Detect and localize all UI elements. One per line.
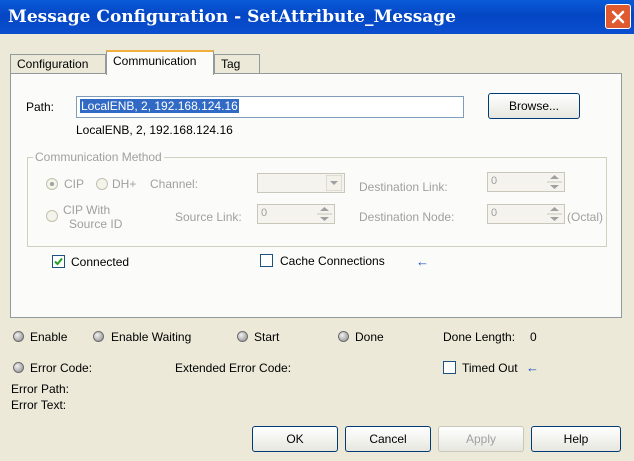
done-length-label: Done Length: xyxy=(443,330,516,344)
error-code-indicator-icon xyxy=(13,362,24,373)
destination-link-value: 0 xyxy=(491,175,498,187)
enable-label: Enable xyxy=(30,330,68,344)
path-label: Path: xyxy=(26,100,55,114)
communication-method-label: Communication Method xyxy=(33,150,164,164)
enable-waiting-indicator-icon xyxy=(93,331,104,342)
title-bar[interactable]: Message Configuration - SetAttribute_Mes… xyxy=(0,0,634,34)
check-icon xyxy=(54,257,63,266)
close-icon xyxy=(611,10,625,24)
timed-out-checkbox[interactable] xyxy=(443,361,456,374)
cip-radio[interactable] xyxy=(46,178,58,190)
help-button[interactable]: Help xyxy=(531,426,621,452)
cip-label: CIP xyxy=(64,177,85,191)
arrow-left-icon: ← xyxy=(526,360,539,375)
spinner-icon xyxy=(316,205,333,223)
channel-label: Channel: xyxy=(150,177,199,191)
cache-connections-checkbox[interactable] xyxy=(260,254,273,267)
chevron-down-icon xyxy=(326,175,343,191)
extended-error-code-label: Extended Error Code: xyxy=(175,361,292,375)
communication-method-group xyxy=(27,157,607,247)
cache-connections-label: Cache Connections xyxy=(280,254,385,268)
browse-button[interactable]: Browse... xyxy=(488,93,580,119)
tab-tag[interactable]: Tag xyxy=(214,54,260,74)
connected-label: Connected xyxy=(71,255,130,269)
timed-out-label: Timed Out xyxy=(462,361,518,375)
cip-with-label: CIP With xyxy=(63,203,111,217)
start-indicator-icon xyxy=(237,331,248,342)
dhplus-radio[interactable] xyxy=(96,178,108,190)
apply-button[interactable]: Apply xyxy=(438,426,524,452)
dhplus-label: DH+ xyxy=(112,177,137,191)
octal-label: (Octal) xyxy=(567,210,603,224)
source-link-label: Source Link: xyxy=(175,210,242,224)
ok-button[interactable]: OK xyxy=(252,426,338,452)
error-path-label: Error Path: xyxy=(11,382,70,396)
destination-node-field[interactable]: 0 xyxy=(487,204,565,224)
source-link-value: 0 xyxy=(261,207,268,219)
tab-configuration[interactable]: Configuration xyxy=(10,54,106,74)
destination-node-value: 0 xyxy=(491,207,498,219)
error-code-label: Error Code: xyxy=(30,361,93,375)
enable-indicator-icon xyxy=(13,331,24,342)
resolved-path: LocalENB, 2, 192.168.124.16 xyxy=(76,123,233,137)
spinner-icon xyxy=(546,173,563,191)
error-text-label: Error Text: xyxy=(11,398,67,412)
done-length-value: 0 xyxy=(530,330,537,344)
source-link-field[interactable]: 0 xyxy=(257,204,335,224)
cancel-button[interactable]: Cancel xyxy=(345,426,431,452)
source-id-label: Source ID xyxy=(69,217,123,231)
tab-communication[interactable]: Communication xyxy=(106,50,214,75)
path-value: LocalENB, 2, 192.168.124.16 xyxy=(80,99,239,113)
close-button[interactable] xyxy=(605,4,631,29)
destination-link-field[interactable]: 0 xyxy=(487,172,565,192)
enable-waiting-label: Enable Waiting xyxy=(111,330,192,344)
arrow-left-icon: ← xyxy=(416,254,429,269)
destination-node-label: Destination Node: xyxy=(359,210,455,224)
done-label: Done xyxy=(355,330,384,344)
spinner-icon xyxy=(546,205,563,223)
start-label: Start xyxy=(254,330,280,344)
connected-checkbox[interactable] xyxy=(52,255,65,268)
cip-source-id-radio[interactable] xyxy=(46,210,58,222)
channel-select[interactable] xyxy=(257,173,345,193)
path-input[interactable]: LocalENB, 2, 192.168.124.16 xyxy=(76,96,464,118)
window-title: Message Configuration - SetAttribute_Mes… xyxy=(8,7,456,27)
destination-link-label: Destination Link: xyxy=(359,180,448,194)
done-indicator-icon xyxy=(338,331,349,342)
